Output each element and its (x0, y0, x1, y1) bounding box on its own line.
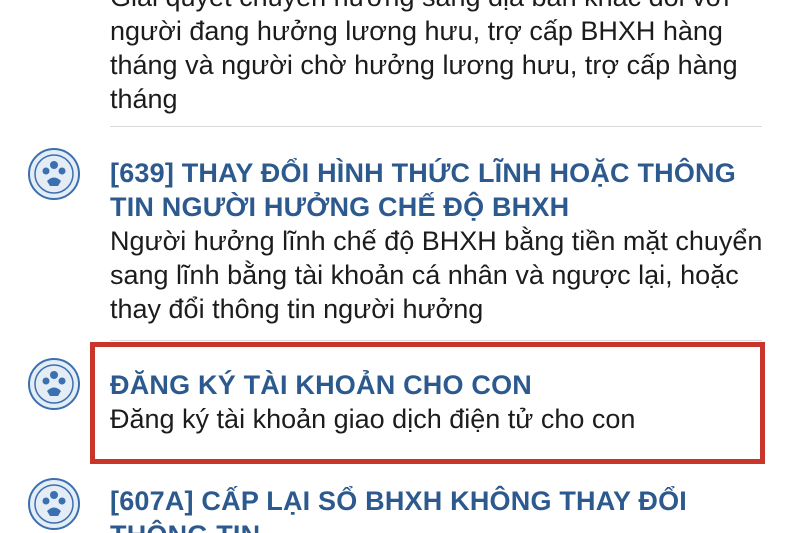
bhxh-logo-icon (28, 148, 80, 200)
divider (110, 126, 762, 127)
bhxh-logo-icon (28, 358, 80, 410)
highlight-box (90, 342, 765, 464)
item-title[interactable]: [639] THAY ĐỔI HÌNH THỨC LĨNH HOẶC THÔNG… (110, 156, 770, 224)
bhxh-logo-icon (28, 478, 80, 530)
item-description: Người hưởng lĩnh chế độ BHXH bằng tiền m… (110, 226, 763, 324)
item-title[interactable]: [607A] CẤP LẠI SỔ BHXH KHÔNG THAY ĐỔI TH… (110, 484, 770, 533)
item-description: Giải quyết chuyển hưởng sang địa bàn khá… (110, 0, 738, 114)
divider (110, 340, 762, 341)
